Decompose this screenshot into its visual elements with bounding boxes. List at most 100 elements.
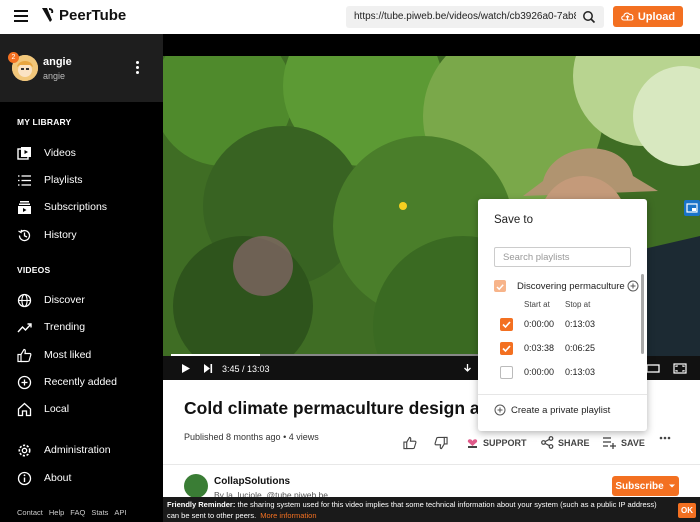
globe-icon bbox=[17, 293, 32, 307]
next-icon[interactable] bbox=[203, 363, 213, 374]
sidebar-item-administration[interactable]: Administration bbox=[17, 440, 157, 460]
start-time[interactable]: 0:03:38 bbox=[524, 343, 554, 353]
channel-avatar[interactable] bbox=[184, 474, 208, 498]
notice-ok-button[interactable]: OK bbox=[678, 503, 696, 518]
playlists-icon bbox=[18, 174, 31, 186]
subscribe-label: Subscribe bbox=[615, 480, 664, 492]
save-button[interactable]: SAVE bbox=[602, 436, 645, 449]
timestamp-checkbox[interactable] bbox=[500, 342, 513, 355]
share-button[interactable]: SHARE bbox=[541, 436, 590, 449]
chevron-down-icon bbox=[668, 484, 675, 488]
sidebar-item-label: Administration bbox=[44, 444, 111, 456]
video-title: Cold climate permaculture design and bbox=[184, 398, 478, 418]
footer-link-stats[interactable]: Stats bbox=[91, 508, 108, 517]
footer-link-contact[interactable]: Contact bbox=[17, 508, 43, 517]
create-playlist-button[interactable]: Create a private playlist bbox=[494, 404, 610, 416]
peertube-logo-icon bbox=[42, 8, 54, 22]
trending-icon bbox=[17, 322, 32, 332]
user-name: angie bbox=[43, 56, 72, 68]
video-meta: Published 8 months ago • 4 views bbox=[184, 432, 319, 442]
cog-icon bbox=[18, 444, 31, 456]
search-playlists-input[interactable]: Search playlists bbox=[494, 247, 631, 267]
sidebar-item-label: Trending bbox=[44, 321, 86, 333]
notice-text: the sharing system used for this video i… bbox=[167, 500, 657, 520]
sidebar-footer-links: Contact Help FAQ Stats API bbox=[17, 508, 127, 517]
dropdown-divider bbox=[478, 394, 647, 395]
upload-label: Upload bbox=[637, 10, 676, 23]
notice-more-link[interactable]: More information bbox=[260, 511, 316, 520]
sidebar-item-most-liked[interactable]: Most liked bbox=[17, 345, 157, 365]
sidebar-item-label: Local bbox=[44, 403, 70, 415]
sidebar-item-label: Videos bbox=[44, 147, 76, 159]
start-time[interactable]: 0:00:00 bbox=[524, 319, 554, 329]
sidebar-item-label: Discover bbox=[44, 294, 85, 306]
search-input[interactable]: https://tube.piweb.be/videos/watch/cb392… bbox=[354, 11, 576, 22]
stop-time[interactable]: 0:06:25 bbox=[565, 343, 595, 353]
like-button[interactable] bbox=[403, 436, 417, 450]
more-horizontal-icon[interactable] bbox=[659, 436, 671, 440]
sidebar-item-trending[interactable]: Trending bbox=[17, 317, 157, 337]
fullscreen-icon[interactable] bbox=[673, 363, 687, 374]
support-heart-icon bbox=[467, 439, 478, 448]
create-playlist-label: Create a private playlist bbox=[511, 404, 611, 416]
menu-icon[interactable] bbox=[14, 10, 28, 22]
sidebar-item-videos[interactable]: Videos bbox=[17, 143, 157, 163]
sidebar-item-label: Recently added bbox=[44, 376, 117, 388]
support-button[interactable]: SUPPORT bbox=[466, 436, 527, 449]
progress-fill bbox=[171, 354, 260, 356]
subscribe-button[interactable]: Subscribe bbox=[612, 476, 679, 496]
sidebar-item-history[interactable]: History bbox=[17, 225, 157, 245]
upload-cloud-icon bbox=[621, 12, 634, 21]
save-to-dropdown: Save to Search playlists Discovering per… bbox=[478, 199, 647, 431]
support-label: SUPPORT bbox=[483, 437, 527, 448]
playlist-checkbox[interactable] bbox=[494, 280, 506, 292]
start-at-header: Start at bbox=[524, 300, 550, 309]
save-to-title: Save to bbox=[494, 214, 533, 226]
more-vertical-icon[interactable] bbox=[136, 61, 140, 75]
channel-name[interactable]: CollapSolutions bbox=[214, 476, 290, 487]
notification-badge[interactable]: 2 bbox=[8, 52, 19, 63]
search-bar[interactable]: https://tube.piweb.be/videos/watch/cb392… bbox=[346, 6, 604, 28]
dropdown-scrollbar[interactable] bbox=[641, 274, 644, 354]
start-time[interactable]: 0:00:00 bbox=[524, 367, 554, 377]
info-icon bbox=[17, 471, 32, 485]
sidebar-item-label: History bbox=[44, 229, 77, 241]
picture-in-picture-icon[interactable] bbox=[684, 200, 700, 216]
player-letterbox bbox=[163, 34, 700, 56]
play-icon[interactable] bbox=[181, 363, 191, 374]
share-icon bbox=[541, 436, 554, 449]
sidebar-item-subscriptions[interactable]: Subscriptions bbox=[17, 197, 157, 217]
thumbs-up-icon bbox=[403, 436, 417, 450]
subscriptions-icon bbox=[18, 200, 31, 214]
footer-link-help[interactable]: Help bbox=[49, 508, 64, 517]
download-icon[interactable] bbox=[462, 363, 473, 374]
section-title-videos: VIDEOS bbox=[17, 265, 51, 275]
theater-mode-icon[interactable] bbox=[646, 363, 660, 374]
player-time: 3:45 / 13:03 bbox=[222, 364, 270, 374]
progress-bar[interactable] bbox=[171, 354, 481, 356]
sidebar-item-recently-added[interactable]: Recently added bbox=[17, 372, 157, 392]
search-icon[interactable] bbox=[582, 10, 596, 24]
section-title-library: MY LIBRARY bbox=[17, 117, 72, 127]
sidebar-item-discover[interactable]: Discover bbox=[17, 290, 157, 310]
upload-button[interactable]: Upload bbox=[613, 6, 683, 27]
dislike-button[interactable] bbox=[434, 436, 448, 450]
thumbs-down-icon bbox=[434, 436, 448, 450]
footer-link-api[interactable]: API bbox=[114, 508, 126, 517]
sidebar-item-about[interactable]: About bbox=[17, 468, 157, 488]
timestamp-checkbox[interactable] bbox=[500, 318, 513, 331]
sidebar-item-local[interactable]: Local bbox=[17, 399, 157, 419]
add-timestamp-icon[interactable] bbox=[627, 280, 639, 292]
timestamp-checkbox[interactable] bbox=[500, 366, 513, 379]
user-handle: angie bbox=[43, 71, 66, 81]
playlist-name[interactable]: Discovering permaculture bbox=[517, 281, 625, 292]
plus-circle-icon bbox=[17, 375, 32, 389]
logo[interactable]: PeerTube bbox=[40, 6, 126, 24]
playlist-add-icon bbox=[603, 437, 616, 449]
privacy-notice: Friendly Reminder: the sharing system us… bbox=[163, 497, 700, 522]
stop-time[interactable]: 0:13:03 bbox=[565, 367, 595, 377]
footer-link-faq[interactable]: FAQ bbox=[70, 508, 85, 517]
sidebar-item-playlists[interactable]: Playlists bbox=[17, 170, 157, 190]
top-header: PeerTube https://tube.piweb.be/videos/wa… bbox=[0, 0, 700, 34]
stop-time[interactable]: 0:13:03 bbox=[565, 319, 595, 329]
